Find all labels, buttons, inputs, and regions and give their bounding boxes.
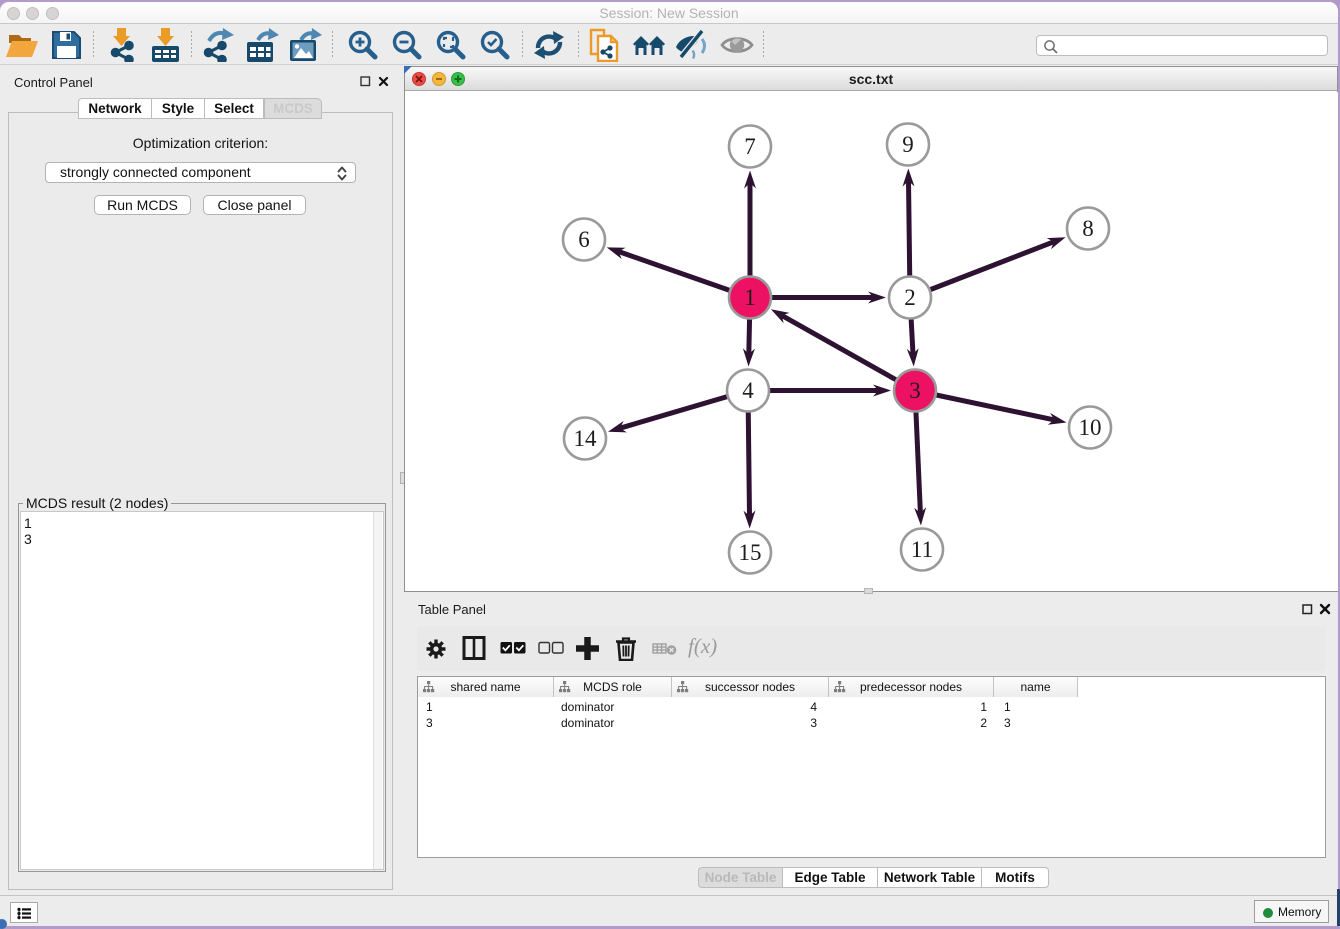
svg-text:14: 14 [574, 426, 598, 451]
svg-text:15: 15 [739, 540, 762, 565]
svg-text:11: 11 [911, 537, 933, 562]
svg-text:2: 2 [904, 285, 916, 310]
svg-text:9: 9 [902, 132, 914, 157]
svg-text:7: 7 [744, 134, 756, 159]
svg-text:4: 4 [742, 378, 754, 403]
svg-text:1: 1 [744, 285, 756, 310]
svg-text:3: 3 [909, 378, 921, 403]
svg-text:10: 10 [1079, 415, 1102, 440]
svg-text:6: 6 [578, 227, 590, 252]
svg-text:8: 8 [1082, 216, 1094, 241]
